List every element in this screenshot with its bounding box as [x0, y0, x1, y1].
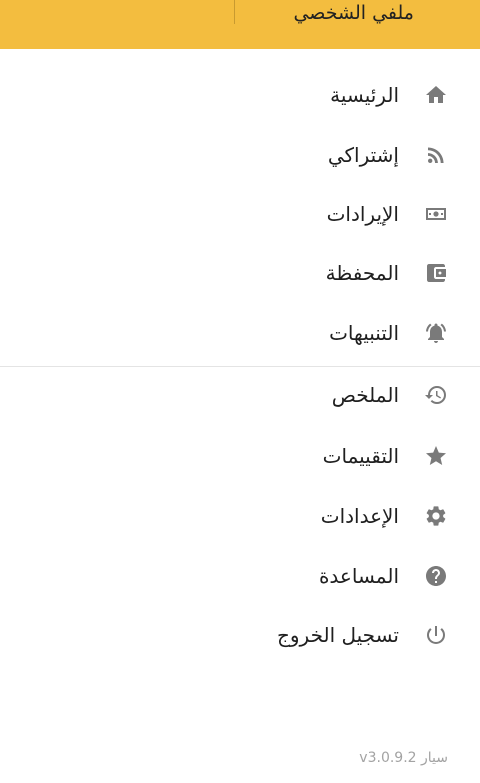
- bell-ringing-icon: [423, 320, 449, 346]
- menu-item-label: تسجيل الخروج: [276, 623, 399, 647]
- menu-item-label: المساعدة: [318, 564, 399, 588]
- menu-item-ratings[interactable]: التقييمات: [0, 428, 480, 484]
- menu-item-wallet[interactable]: المحفظة: [0, 245, 480, 301]
- gear-icon: [423, 503, 449, 529]
- app-version: سيار v3.0.9.2: [359, 750, 448, 766]
- menu-item-notifications[interactable]: التنبيهات: [0, 305, 480, 361]
- menu-item-summary[interactable]: الملخص: [0, 367, 480, 423]
- menu-item-label: التقييمات: [322, 444, 399, 468]
- menu-item-logout[interactable]: تسجيل الخروج: [0, 607, 480, 663]
- help-circle-icon: [423, 563, 449, 589]
- star-icon: [423, 443, 449, 469]
- menu-item-label: الرئيسية: [330, 83, 399, 107]
- menu-item-label: التنبيهات: [329, 321, 399, 345]
- rss-feed-icon: [423, 142, 449, 168]
- power-icon: [423, 622, 449, 648]
- app-header: ملفي الشخصي: [0, 0, 480, 49]
- menu-item-home[interactable]: الرئيسية: [0, 67, 480, 123]
- menu-item-label: الملخص: [331, 383, 399, 407]
- header-divider: [234, 0, 235, 24]
- menu-item-label: المحفظة: [325, 261, 399, 285]
- menu-item-subscription[interactable]: إشتراكي: [0, 127, 480, 183]
- wallet-icon: [423, 260, 449, 286]
- menu-item-revenues[interactable]: الإيرادات: [0, 186, 480, 242]
- profile-link[interactable]: ملفي الشخصي: [293, 2, 414, 24]
- home-icon: [423, 82, 449, 108]
- history-icon: [423, 382, 449, 408]
- menu-item-label: الإيرادات: [326, 202, 399, 226]
- menu-item-help[interactable]: المساعدة: [0, 548, 480, 604]
- menu-item-label: إشتراكي: [327, 143, 399, 167]
- menu-item-label: الإعدادات: [320, 504, 399, 528]
- menu-item-settings[interactable]: الإعدادات: [0, 488, 480, 544]
- money-icon: [423, 201, 449, 227]
